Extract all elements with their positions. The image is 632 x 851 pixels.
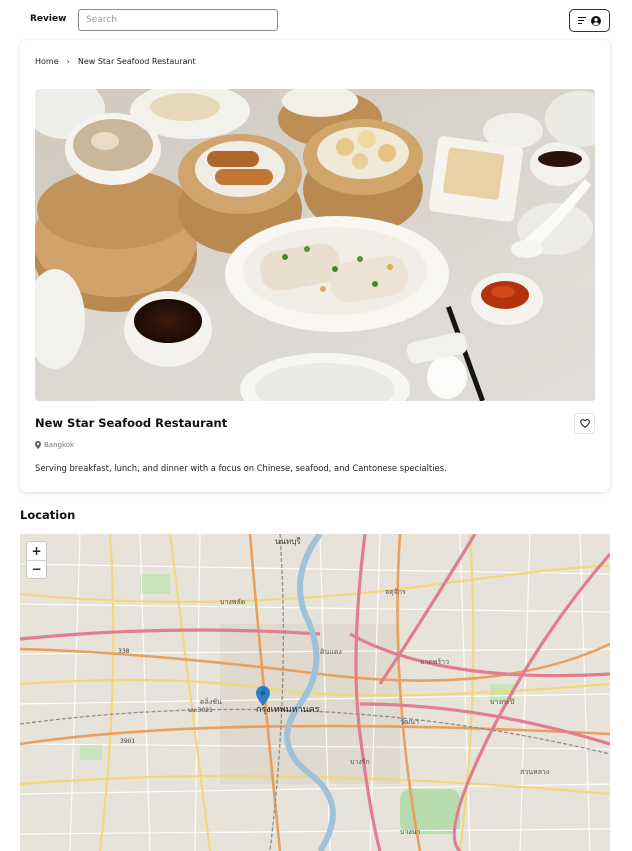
zoom-in-button[interactable]: + bbox=[27, 542, 46, 561]
heart-outline-icon bbox=[579, 419, 590, 428]
map-label: ดินแดง bbox=[320, 648, 342, 656]
zoom-out-button[interactable]: − bbox=[27, 560, 46, 578]
map-zoom-control: + − bbox=[26, 541, 47, 579]
road-number: บบ.3021 bbox=[188, 707, 213, 714]
map-label: วัฒนา bbox=[400, 718, 419, 726]
restaurant-location: Bangkok bbox=[35, 441, 74, 449]
map-marker-icon[interactable] bbox=[256, 686, 270, 706]
restaurant-photo bbox=[35, 89, 595, 401]
map-label: บางกะปิ bbox=[490, 698, 515, 706]
top-navbar: Review bbox=[0, 0, 632, 40]
map-label: สวนหลวง bbox=[520, 768, 549, 776]
map-label: บางนา bbox=[400, 828, 421, 836]
chevron-right-icon: › bbox=[66, 57, 70, 66]
breadcrumb: Home › New Star Seafood Restaurant bbox=[35, 57, 196, 66]
user-circle-icon bbox=[591, 15, 601, 26]
restaurant-title: New Star Seafood Restaurant bbox=[35, 416, 228, 430]
road-number: 338 bbox=[118, 648, 130, 655]
map-label: ตลิ่งชัน bbox=[200, 697, 222, 706]
search-input[interactable] bbox=[78, 9, 278, 31]
road-number: 3901 bbox=[120, 738, 135, 745]
location-map[interactable]: นนทบุรี ตลิ่งชัน กรุงเทพมหานคร บางรัก ลา… bbox=[20, 534, 610, 851]
account-menu-button[interactable] bbox=[569, 9, 610, 32]
favorite-button[interactable] bbox=[574, 413, 595, 434]
restaurant-card: Home › New Star Seafood Restaurant New S… bbox=[20, 40, 610, 492]
breadcrumb-current: New Star Seafood Restaurant bbox=[77, 57, 196, 66]
menu-lines-icon bbox=[578, 17, 586, 24]
brand-logo[interactable]: Review bbox=[30, 14, 66, 24]
restaurant-description: Serving breakfast, lunch, and dinner wit… bbox=[35, 463, 447, 473]
map-label: บางพลัด bbox=[220, 598, 245, 606]
restaurant-city: Bangkok bbox=[44, 441, 75, 449]
map-label: ลาดพร้าว bbox=[420, 658, 449, 666]
map-label: บางรัก bbox=[350, 758, 370, 766]
map-label: นนทบุรี bbox=[275, 537, 301, 546]
map-label: กรุงเทพมหานคร bbox=[256, 705, 320, 715]
location-heading: Location bbox=[20, 508, 76, 522]
map-label: จตุจักร bbox=[385, 588, 406, 596]
breadcrumb-home-link[interactable]: Home bbox=[35, 57, 59, 66]
map-pin-icon bbox=[35, 441, 41, 449]
